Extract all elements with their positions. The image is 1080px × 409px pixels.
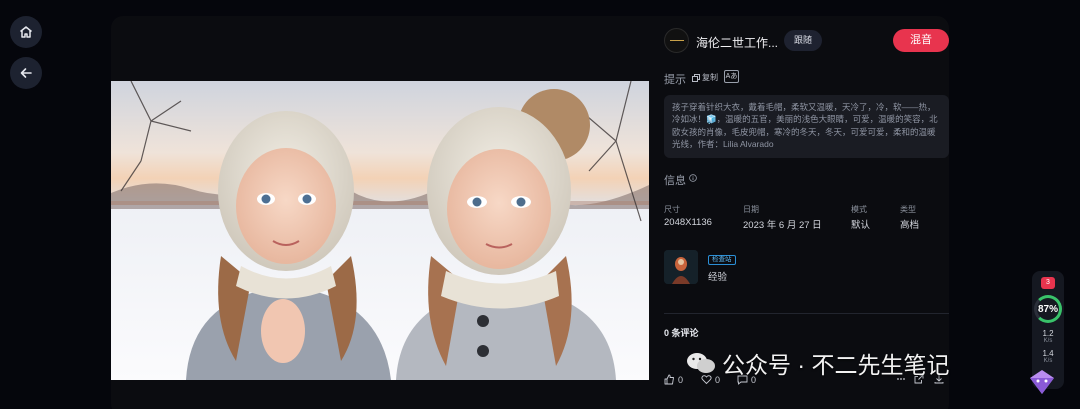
watermark-text: 公众号 · 不二先生笔记 — [722, 352, 950, 378]
author-name[interactable]: 海伦二世工作... — [696, 34, 778, 51]
mode-value: 默认 — [851, 220, 871, 231]
thumbs-up-icon — [664, 374, 674, 385]
upload-unit: K/s — [1043, 338, 1053, 344]
model-badge: 检查站 — [708, 255, 736, 265]
memory-gauge: 87% — [1034, 295, 1062, 323]
app-root: 海伦二世工作... 跟随 混音 提示 复制 Aあ 孩子穿着针织大衣，戴着毛帽，柔… — [0, 0, 1080, 409]
size-value: 2048X1136 — [664, 217, 712, 228]
mode-label: 模式 — [851, 205, 867, 214]
info-icon[interactable] — [689, 174, 697, 182]
date-value: 2023 年 6 月 27 日 — [743, 220, 822, 231]
model-name[interactable]: 经验 — [708, 269, 727, 283]
size-label: 尺寸 — [664, 205, 680, 214]
copy-label: 复制 — [702, 73, 718, 82]
type-label: 类型 — [900, 205, 916, 214]
arrow-left-icon — [20, 68, 32, 78]
like-count: 0 — [678, 374, 684, 385]
model-thumbnail[interactable] — [664, 250, 698, 284]
date-label: 日期 — [743, 205, 759, 214]
back-button[interactable] — [10, 57, 42, 89]
remix-button[interactable]: 混音 — [893, 29, 949, 52]
download-rate: 1.4 — [1042, 349, 1054, 358]
level-badge: 3 — [1041, 277, 1055, 289]
prompt-text: 孩子穿着针织大衣，戴着毛帽，柔软又温暖，天冷了，冷，软——热，冷如冰！🧊，温暖的… — [664, 95, 949, 158]
prompt-title: 提示 — [664, 74, 686, 86]
wechat-icon — [687, 353, 715, 373]
copy-icon — [692, 73, 700, 82]
info-title: 信息 — [664, 175, 686, 187]
upload-rate: 1.2 — [1042, 329, 1054, 338]
translate-icon: Aあ — [725, 73, 738, 80]
home-button[interactable] — [10, 16, 42, 48]
generated-image[interactable] — [111, 81, 649, 380]
author-avatar[interactable] — [664, 28, 689, 53]
wechat-watermark: 公众号 · 不二先生笔记 — [686, 346, 949, 380]
divider — [664, 313, 949, 314]
winter-portrait-image — [111, 81, 649, 380]
model-thumbnail-image — [664, 250, 698, 284]
comment-count: 0 条评论 — [664, 328, 699, 338]
copy-button[interactable]: 复制 — [692, 72, 718, 83]
follow-button[interactable]: 跟随 — [784, 30, 823, 51]
memory-percent: 87% — [1037, 303, 1058, 315]
translate-button[interactable]: Aあ — [724, 70, 739, 83]
logo-mark — [670, 40, 684, 41]
type-value: 高档 — [900, 220, 920, 231]
mascot-icon — [1026, 368, 1058, 396]
download-unit: K/s — [1043, 358, 1053, 364]
home-icon — [20, 26, 32, 38]
like-button[interactable]: 0 — [664, 374, 683, 385]
